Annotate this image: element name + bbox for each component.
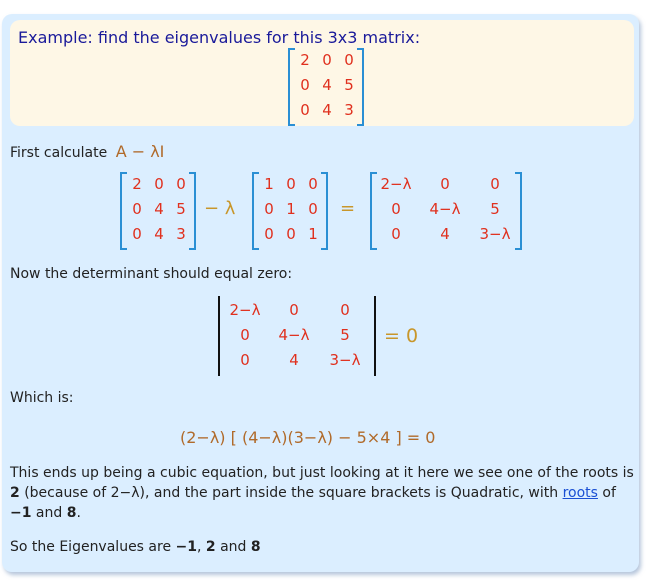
matrix-cell: 0 [300, 101, 310, 119]
step1-left-matrix: 200045043 [120, 172, 196, 250]
matrix-cell: 0 [340, 301, 350, 319]
identity-matrix: 100010001 [252, 172, 328, 250]
matrix-cell: 2 [132, 175, 142, 193]
matrix-cell: 0 [391, 225, 401, 243]
matrix-bracket-left [120, 172, 127, 250]
matrix-cell: 2 [300, 51, 310, 69]
matrix-cell: 4 [154, 225, 164, 243]
matrix-bracket-left [252, 172, 259, 250]
matrix-cell: 4 [322, 101, 332, 119]
matrix-cell: 3−λ [329, 351, 361, 369]
matrix-bracket-left [288, 48, 295, 126]
matrix-cell: 0 [154, 175, 164, 193]
matrix-cell: 3−λ [479, 225, 511, 243]
matrix-cell: 0 [286, 175, 296, 193]
conclusion-text: and [215, 539, 251, 555]
step1-intro: First calculate A − λI [10, 142, 164, 161]
matrix-bracket-right [189, 172, 196, 250]
determinant: 2−λ 0 0 0 4−λ 5 0 4 3−λ [218, 296, 376, 376]
matrix-cell: 0 [240, 351, 250, 369]
result-matrix: 2−λ 0 0 0 4−λ 5 0 4 3−λ [370, 172, 522, 250]
matrix-cell: 0 [440, 175, 450, 193]
matrix-cell: 2−λ [380, 175, 412, 193]
eigenvalue-minus-1: −1 [175, 539, 197, 555]
example-header-box: Example: find the eigenvalues for this 3… [10, 20, 634, 126]
minus-lambda-operator: − λ [204, 198, 236, 219]
explanation-text: of [597, 485, 616, 501]
matrix-cell: 4 [154, 200, 164, 218]
matrix-cell: 4−λ [429, 200, 461, 218]
matrix-cell: 0 [264, 225, 274, 243]
root-minus-1: −1 [10, 505, 32, 521]
matrix-cell: 0 [300, 76, 310, 94]
step2-intro: Now the determinant should equal zero: [10, 266, 293, 282]
matrix-bracket-right [515, 172, 522, 250]
determinant-bar-right [374, 296, 376, 376]
matrix-cell: 5 [340, 326, 350, 344]
matrix-cell: 2−λ [229, 301, 261, 319]
step1-intro-text: First calculate [10, 145, 108, 161]
explanation-line-1: This ends up being a cubic equation, but… [10, 465, 634, 481]
matrix-cell: 0 [322, 51, 332, 69]
step1-expression: A − λI [115, 142, 165, 161]
conclusion: So the Eigenvalues are −1, 2 and 8 [10, 539, 261, 555]
example-panel: Example: find the eigenvalues for this 3… [2, 14, 639, 572]
matrix-bracket-right [357, 48, 364, 126]
matrix-grid: 100010001 [258, 172, 328, 247]
matrix-cell: 1 [264, 175, 274, 193]
step3-intro: Which is: [10, 390, 74, 406]
equals-operator: = [340, 198, 356, 219]
explanation-text: (because of 2−λ), and the part inside th… [19, 485, 563, 501]
matrix-cell: 4−λ [278, 326, 310, 344]
matrix-grid: 2−λ 0 0 0 4−λ 5 0 4 3−λ [373, 172, 522, 247]
eigenvalue-2: 2 [205, 539, 216, 555]
matrix-bracket-left [370, 172, 377, 250]
explanation-text: and [31, 505, 67, 521]
eigenvalue-8: 8 [250, 539, 261, 555]
matrix-cell: 1 [286, 200, 296, 218]
root-2: 2 [10, 485, 20, 501]
matrix-cell: 4 [440, 225, 450, 243]
conclusion-text: So the Eigenvalues are [10, 539, 176, 555]
conclusion-text: , [197, 539, 206, 555]
equals-zero: = 0 [384, 325, 419, 347]
matrix-cell: 4 [289, 351, 299, 369]
characteristic-equation: (2−λ) [ (4−λ)(3−λ) − 5×4 ] = 0 [180, 428, 436, 447]
matrix-cell: 0 [286, 225, 296, 243]
matrix-grid: 200045043 [294, 48, 364, 123]
example-matrix: 200045043 [288, 48, 364, 126]
matrix-cell: 5 [490, 200, 500, 218]
matrix-cell: 0 [490, 175, 500, 193]
matrix-cell: 0 [132, 200, 142, 218]
determinant-bar-left [218, 296, 220, 376]
explanation-text: . [76, 505, 81, 521]
matrix-grid: 2−λ 0 0 0 4−λ 5 0 4 3−λ [222, 296, 376, 373]
matrix-cell: 0 [264, 200, 274, 218]
matrix-cell: 0 [391, 200, 401, 218]
matrix-cell: 4 [322, 76, 332, 94]
roots-link[interactable]: roots [563, 485, 598, 501]
explanation-line-2: 2 (because of 2−λ), and the part inside … [10, 485, 616, 501]
matrix-bracket-right [321, 172, 328, 250]
matrix-cell: 0 [132, 225, 142, 243]
matrix-grid: 200045043 [126, 172, 196, 247]
explanation-line-3: −1 and 8. [10, 505, 81, 521]
matrix-cell: 0 [240, 326, 250, 344]
example-title: Example: find the eigenvalues for this 3… [18, 28, 421, 47]
matrix-cell: 0 [289, 301, 299, 319]
